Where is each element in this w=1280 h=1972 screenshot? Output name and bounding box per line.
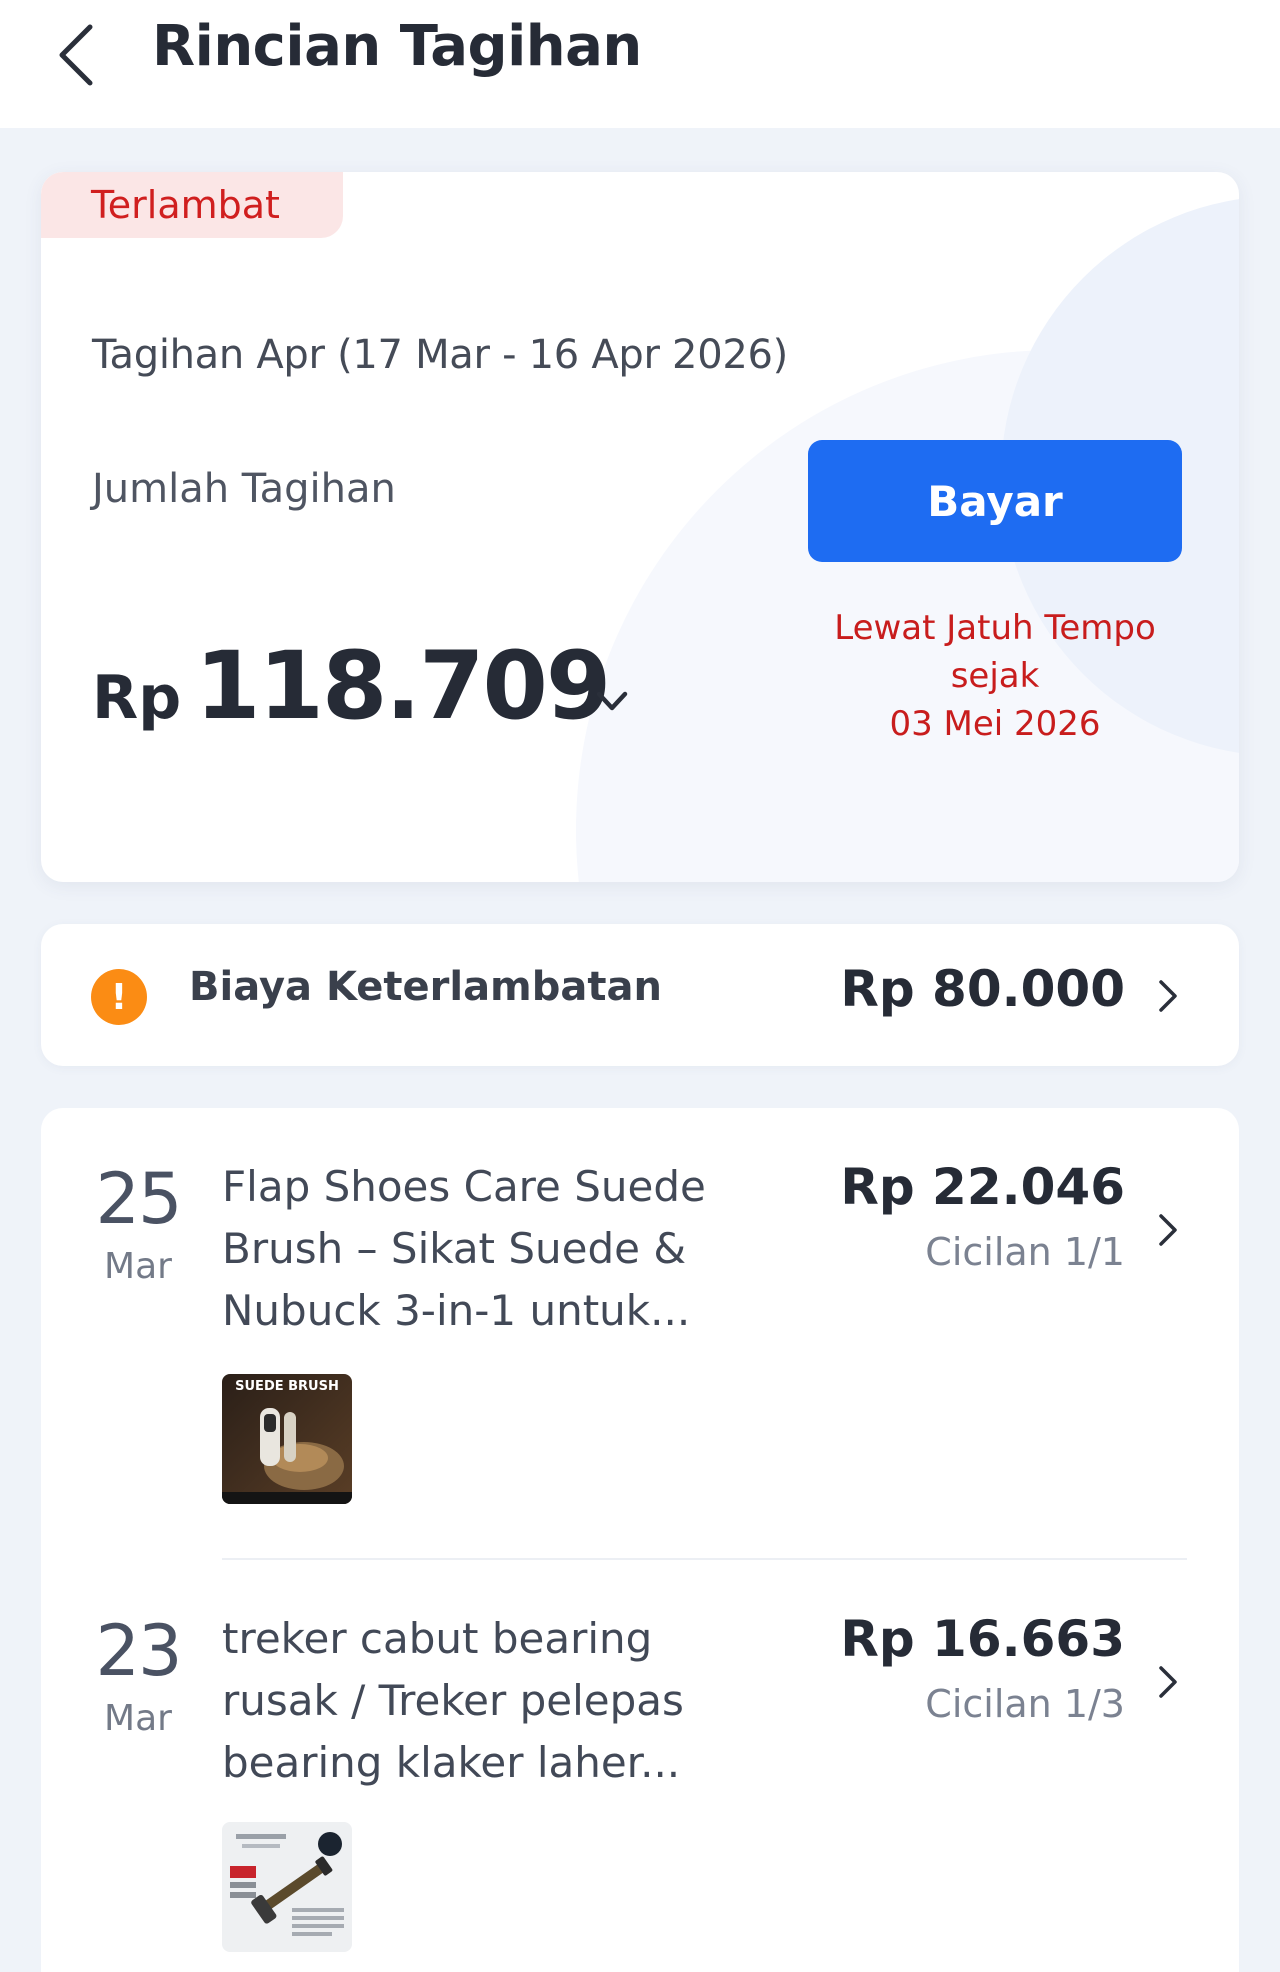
late-fee-amount: Rp 80.000	[840, 960, 1125, 1018]
installment-label: Cicilan 1/1	[925, 1230, 1125, 1274]
page-title: Rincian Tagihan	[152, 14, 642, 79]
thumbnail-caption: SUEDE BRUSH	[235, 1379, 339, 1394]
product-thumbnail	[222, 1822, 352, 1952]
app-header: Rincian Tagihan	[0, 0, 1280, 128]
bill-period: Tagihan Apr (17 Mar - 16 Apr 2026)	[92, 332, 788, 378]
overdue-line: Lewat Jatuh Tempo	[834, 608, 1156, 648]
late-fee-label: Biaya Keterlambatan	[189, 964, 662, 1010]
bill-summary-card: Terlambat Tagihan Apr (17 Mar - 16 Apr 2…	[41, 172, 1239, 882]
transaction-amount: Rp 22.046	[840, 1158, 1125, 1216]
late-fee-row[interactable]: ! Biaya Keterlambatan Rp 80.000	[41, 924, 1239, 1066]
transaction-item[interactable]: 25 Mar Flap Shoes Care Suede Brush – Sik…	[41, 1108, 1239, 1560]
overdue-line: sejak	[950, 656, 1040, 696]
installment-label: Cicilan 1/3	[925, 1682, 1125, 1726]
back-arrow-icon[interactable]	[52, 20, 100, 90]
transaction-day: 23	[95, 1610, 182, 1692]
chevron-right-icon[interactable]	[1155, 974, 1181, 1018]
transaction-month: Mar	[104, 1698, 172, 1739]
transaction-name: Flap Shoes Care Suede Brush – Sikat Sued…	[222, 1162, 706, 1335]
pay-button[interactable]: Bayar	[808, 440, 1182, 562]
transaction-month: Mar	[104, 1246, 172, 1287]
product-thumbnail: SUEDE BRUSH	[222, 1374, 352, 1504]
status-badge: Terlambat	[41, 172, 343, 238]
bill-amount: Rp 118.709	[92, 632, 611, 741]
transaction-name: treker cabut bearing rusak / Treker pele…	[222, 1614, 684, 1787]
overdue-date: 03 Mei 2026	[889, 704, 1101, 744]
transaction-list: 25 Mar Flap Shoes Care Suede Brush – Sik…	[41, 1108, 1239, 1972]
transaction-day: 25	[95, 1158, 182, 1240]
transaction-item[interactable]: 23 Mar treker cabut bearing rusak / Trek…	[41, 1560, 1239, 1972]
amount-value: 118.709	[195, 632, 611, 741]
overdue-notice: Lewat Jatuh Tempo sejak 03 Mei 2026	[808, 604, 1182, 748]
currency-label: Rp	[92, 663, 182, 733]
chevron-right-icon[interactable]	[1155, 1208, 1181, 1252]
warning-icon: !	[91, 969, 147, 1025]
chevron-down-icon[interactable]	[587, 682, 637, 722]
amount-label: Jumlah Tagihan	[92, 466, 396, 512]
chevron-right-icon[interactable]	[1155, 1660, 1181, 1704]
transaction-amount: Rp 16.663	[840, 1610, 1125, 1668]
